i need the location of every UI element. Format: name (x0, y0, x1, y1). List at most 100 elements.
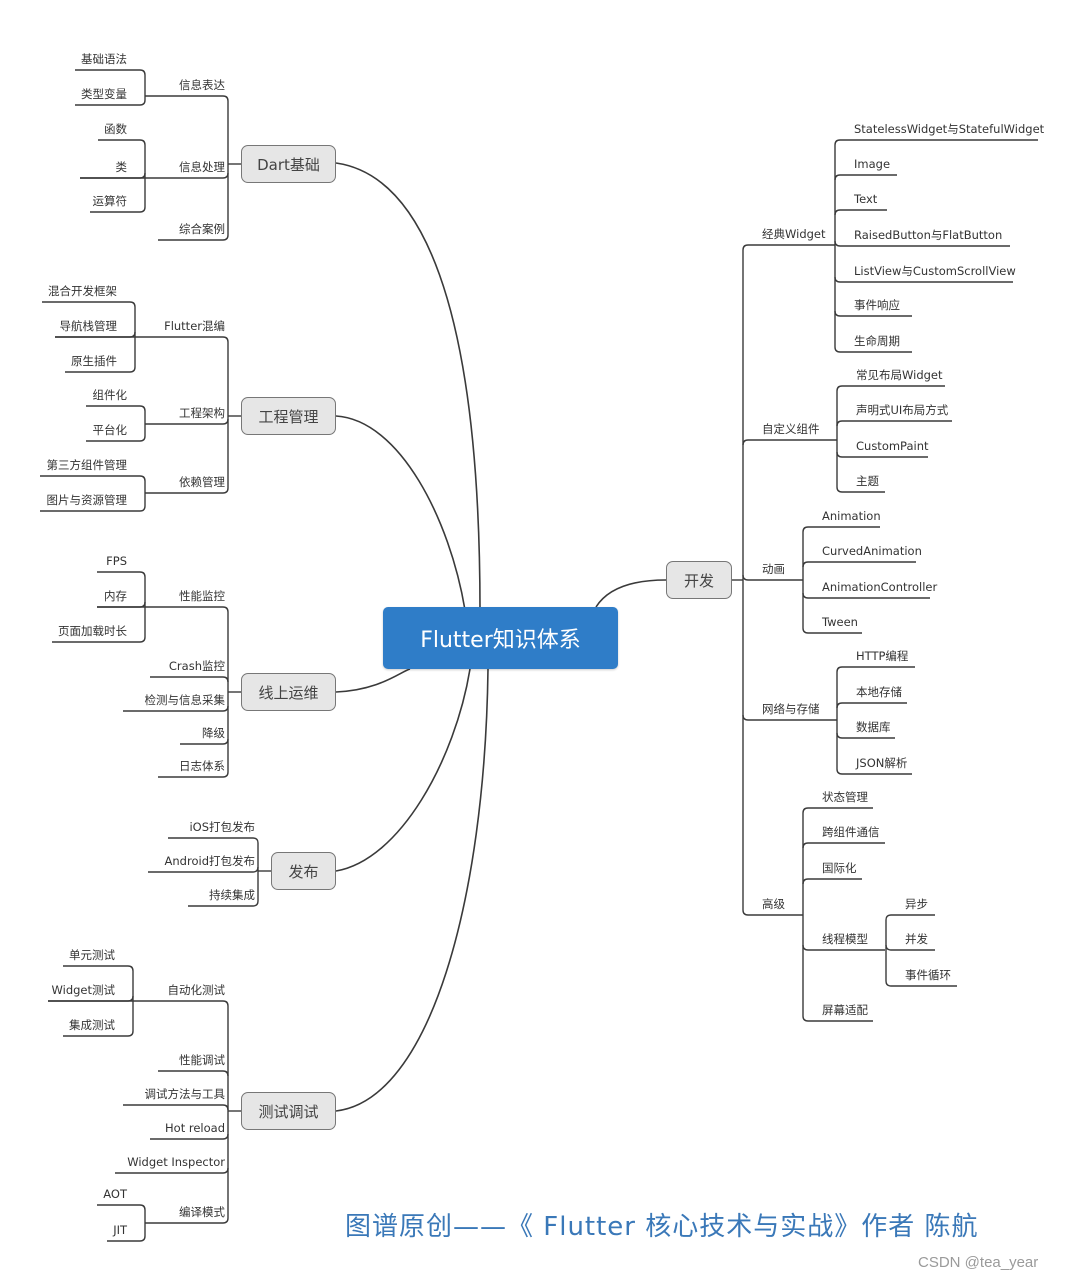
corner (802, 627, 809, 634)
subtopic-dev[interactable]: 跨组件通信 (822, 825, 880, 839)
subtopic-dev[interactable]: JSON解析 (856, 756, 907, 770)
subtopic-dev[interactable]: 声明式UI布局方式 (856, 403, 948, 417)
subtopic-engineering[interactable]: 组件化 (93, 388, 128, 402)
subtopic-testing[interactable]: 单元测试 (69, 948, 115, 962)
subtopic-dart[interactable]: 类型变量 (81, 87, 127, 101)
topic-ops[interactable]: 检测与信息采集 (145, 693, 226, 707)
topic-testing[interactable]: 调试方法与工具 (145, 1087, 226, 1101)
subtopic-dev-thread[interactable]: 并发 (905, 932, 928, 946)
root-node[interactable]: Flutter知识体系 (383, 607, 618, 669)
subtopic-engineering[interactable]: 第三方组件管理 (47, 458, 128, 472)
subtopic-dev-thread[interactable]: 事件循环 (905, 968, 951, 982)
topic-engineering[interactable]: 依赖管理 (179, 475, 225, 489)
corner (742, 244, 749, 251)
topic-release[interactable]: iOS打包发布 (189, 820, 255, 834)
corner (127, 965, 134, 972)
subtopic-engineering[interactable]: 混合开发框架 (48, 284, 117, 298)
subtopic-dev[interactable]: 事件响应 (854, 298, 900, 312)
branch-dev[interactable]: 开发 (666, 561, 732, 599)
subtopic-dev[interactable]: 生命周期 (854, 334, 900, 348)
topic-release[interactable]: Android打包发布 (165, 854, 255, 868)
subtopic-dev[interactable]: 数据库 (856, 720, 891, 734)
branch-release[interactable]: 发布 (271, 852, 336, 890)
subtopic-engineering[interactable]: 导航栈管理 (60, 319, 118, 333)
corner (836, 486, 843, 493)
branch-engineering[interactable]: 工程管理 (241, 397, 336, 435)
topic-ops[interactable]: 日志体系 (179, 759, 225, 773)
subtopic-ops[interactable]: 内存 (104, 589, 127, 603)
corner (139, 1235, 146, 1242)
topic-dev[interactable]: 网络与存储 (762, 702, 820, 716)
subtopic-dev[interactable]: 常见布局Widget (856, 368, 943, 382)
subtopic-dev[interactable]: Image (854, 157, 890, 171)
corner (127, 1030, 134, 1037)
subtopic-dev[interactable]: CurvedAnimation (822, 544, 922, 558)
corner (222, 95, 229, 102)
topic-testing[interactable]: Hot reload (165, 1121, 225, 1135)
subtopic-dev[interactable]: StatelessWidget与StatefulWidget (854, 122, 1044, 136)
subtopic-dart[interactable]: 基础语法 (81, 52, 127, 66)
topic-engineering[interactable]: Flutter混编 (164, 319, 225, 333)
subtopic-testing[interactable]: AOT (103, 1187, 127, 1201)
curve-release (335, 668, 471, 872)
topic-ops[interactable]: Crash监控 (169, 659, 225, 673)
topic-engineering[interactable]: 工程架构 (179, 406, 225, 420)
branch-testing[interactable]: 测试调试 (241, 1092, 336, 1130)
subtopic-dev[interactable]: 线程模型 (822, 932, 868, 946)
subtopic-dev[interactable]: CustomPaint (856, 439, 929, 453)
subtopic-dev[interactable]: 状态管理 (822, 790, 868, 804)
subtopic-dev[interactable]: 本地存储 (856, 685, 902, 699)
topic-dev[interactable]: 自定义组件 (762, 422, 820, 436)
topic-testing[interactable]: 性能调试 (179, 1053, 225, 1067)
branch-dart[interactable]: Dart基础 (241, 145, 336, 183)
subtopic-dart[interactable]: 运算符 (93, 194, 128, 208)
corner (139, 475, 146, 482)
corner (222, 1000, 229, 1007)
subtopic-dev[interactable]: RaisedButton与FlatButton (854, 228, 1002, 242)
topic-dart[interactable]: 信息表达 (179, 78, 225, 92)
curve-dart (335, 162, 481, 611)
topic-dev[interactable]: 动画 (762, 562, 785, 576)
footer-credit: 图谱原创——《 Flutter 核心技术与实战》作者 陈航 (345, 1212, 979, 1242)
corner (802, 526, 809, 533)
corner (129, 366, 136, 373)
subtopic-engineering[interactable]: 图片与资源管理 (47, 493, 128, 507)
subtopic-dev[interactable]: Text (854, 192, 877, 206)
topic-dart[interactable]: 信息处理 (179, 160, 225, 174)
subtopic-engineering[interactable]: 平台化 (93, 423, 128, 437)
topic-dev[interactable]: 高级 (762, 897, 785, 911)
subtopic-dev[interactable]: Animation (822, 509, 881, 523)
subtopic-ops[interactable]: 页面加载时长 (58, 624, 127, 638)
curve-dev (595, 579, 667, 608)
subtopic-testing[interactable]: JIT (113, 1223, 127, 1237)
topic-release[interactable]: 持续集成 (209, 888, 255, 902)
corner (139, 69, 146, 76)
topic-testing[interactable]: Widget Inspector (127, 1155, 225, 1169)
corner (742, 439, 749, 446)
subtopic-testing[interactable]: 集成测试 (69, 1018, 115, 1032)
subtopic-dev[interactable]: 屏幕适配 (822, 1003, 868, 1017)
subtopic-dart[interactable]: 类 (116, 160, 128, 174)
topic-dart[interactable]: 综合案例 (179, 222, 225, 236)
subtopic-dev[interactable]: AnimationController (822, 580, 937, 594)
subtopic-dev[interactable]: Tween (822, 615, 858, 629)
corner (222, 676, 229, 683)
subtopic-dev[interactable]: HTTP编程 (856, 649, 908, 663)
subtopic-dev[interactable]: 主题 (856, 474, 879, 488)
curve-testing (335, 668, 489, 1112)
branch-ops[interactable]: 线上运维 (241, 673, 336, 711)
subtopic-dev[interactable]: 国际化 (822, 861, 857, 875)
subtopic-dev-thread[interactable]: 异步 (905, 897, 928, 911)
subtopic-dev[interactable]: ListView与CustomScrollView (854, 264, 1016, 278)
subtopic-engineering[interactable]: 原生插件 (71, 354, 117, 368)
corner (834, 276, 841, 283)
topic-testing[interactable]: 自动化测试 (168, 983, 226, 997)
topic-testing[interactable]: 编译模式 (179, 1205, 225, 1219)
subtopic-ops[interactable]: FPS (106, 554, 127, 568)
subtopic-dart[interactable]: 函数 (104, 122, 127, 136)
watermark: CSDN @tea_year (918, 1254, 1039, 1271)
topic-ops[interactable]: 性能监控 (179, 589, 225, 603)
topic-dev[interactable]: 经典Widget (762, 227, 826, 241)
topic-ops[interactable]: 降级 (202, 726, 225, 740)
subtopic-testing[interactable]: Widget测试 (52, 983, 116, 997)
